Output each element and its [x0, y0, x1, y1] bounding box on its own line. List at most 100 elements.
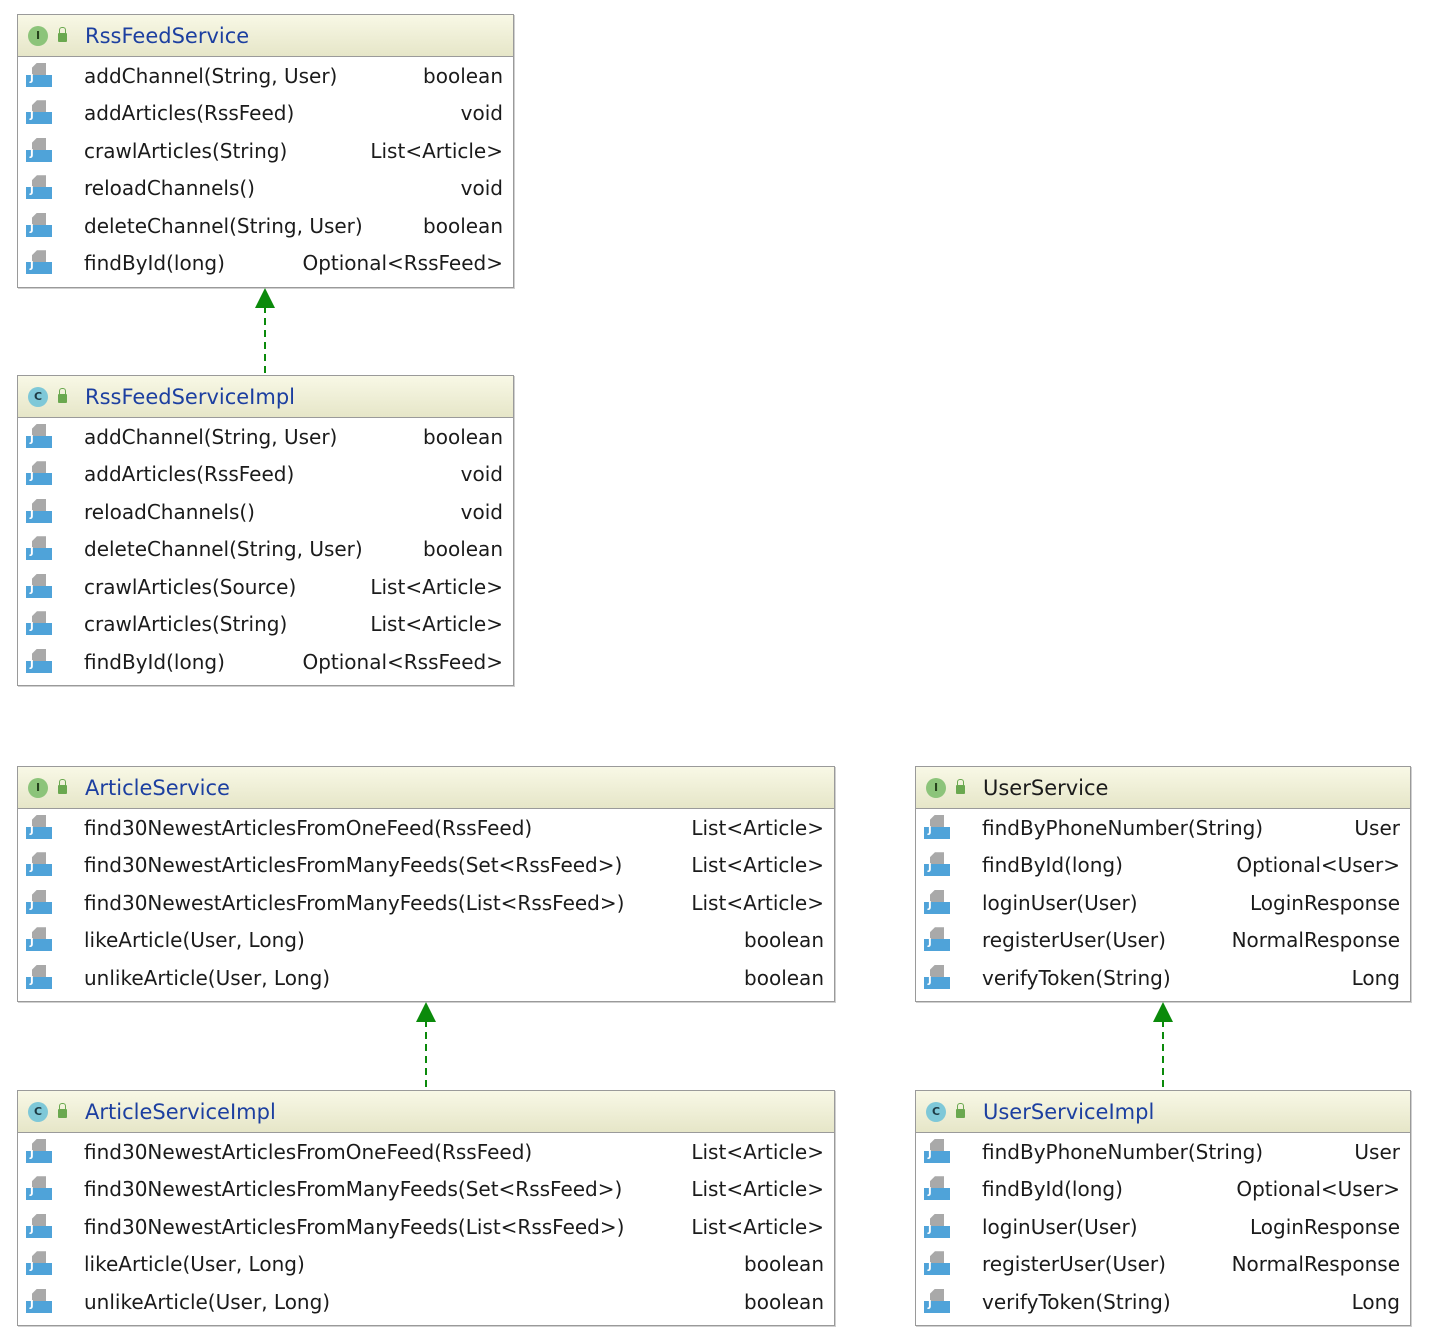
class-header: I ArticleService	[18, 767, 834, 809]
method-icon	[26, 889, 52, 916]
method-return-type: boolean	[423, 537, 503, 562]
method-row[interactable]: findById(long) Optional<User>	[916, 847, 1410, 885]
method-name: crawlArticles(String)	[84, 612, 288, 637]
method-row[interactable]: loginUser(User) LoginResponse	[916, 1208, 1410, 1246]
class-header: C UserServiceImpl	[916, 1091, 1410, 1133]
method-return-type: boolean	[744, 1252, 824, 1277]
method-row[interactable]: likeArticle(User, Long) boolean	[18, 1246, 834, 1284]
method-row[interactable]: findById(long) Optional<RssFeed>	[18, 245, 513, 283]
method-return-type: List<Article>	[370, 138, 503, 163]
public-lock-icon	[956, 1103, 965, 1118]
method-icon	[26, 964, 52, 991]
public-lock-icon	[58, 27, 67, 42]
method-name: unlikeArticle(User, Long)	[84, 965, 331, 990]
class-articleserviceimpl[interactable]: C ArticleServiceImpl find30NewestArticle…	[17, 1090, 835, 1326]
method-icon	[26, 100, 52, 126]
method-row[interactable]: crawlArticles(String) List<Article>	[18, 132, 513, 170]
method-list: find30NewestArticlesFromOneFeed(RssFeed)…	[18, 809, 834, 997]
method-list: addChannel(String, User) boolean addArticl…	[18, 418, 513, 681]
method-icon	[26, 175, 52, 201]
public-lock-icon	[956, 779, 965, 794]
method-row[interactable]: crawlArticles(Source) List<Article>	[18, 568, 513, 606]
method-row[interactable]: addChannel(String, User) boolean	[18, 418, 513, 456]
class-rssfeedserviceimpl[interactable]: C RssFeedServiceImpl addChannel(String, …	[17, 375, 514, 686]
method-row[interactable]: findById(long) Optional<User>	[916, 1171, 1410, 1209]
method-return-type: List<Article>	[370, 612, 503, 637]
method-icon	[26, 573, 52, 600]
method-row[interactable]: addArticles(RssFeed) void	[18, 456, 513, 494]
class-header: I UserService	[916, 767, 1410, 809]
method-icon	[26, 814, 52, 841]
method-row[interactable]: crawlArticles(String) List<Article>	[18, 606, 513, 644]
method-row[interactable]: registerUser(User) NormalResponse	[916, 922, 1410, 960]
method-row[interactable]: findByPhoneNumber(String) User	[916, 1133, 1410, 1171]
class-userservice[interactable]: I UserService findByPhoneNumber(String) U…	[915, 766, 1411, 1002]
method-return-type: List<Article>	[370, 574, 503, 599]
method-return-type: NormalResponse	[1231, 928, 1400, 953]
method-icon	[26, 927, 52, 953]
method-row[interactable]: find30NewestArticlesFromManyFeeds(Set<Rs…	[18, 847, 834, 885]
method-icon	[26, 498, 52, 525]
method-icon	[26, 611, 52, 637]
method-name: findByPhoneNumber(String)	[982, 1139, 1264, 1164]
method-row[interactable]: registerUser(User) NormalResponse	[916, 1246, 1410, 1284]
method-icon	[924, 814, 950, 841]
method-return-type: Long	[1351, 1289, 1400, 1314]
method-row[interactable]: unlikeArticle(User, Long) boolean	[18, 959, 834, 997]
method-return-type: boolean	[423, 213, 503, 238]
method-return-type: void	[460, 101, 503, 126]
method-row[interactable]: deleteChannel(String, User) boolean	[18, 531, 513, 569]
method-icon	[26, 852, 52, 878]
method-row[interactable]: find30NewestArticlesFromOneFeed(RssFeed)…	[18, 809, 834, 847]
method-name: find30NewestArticlesFromManyFeeds(Set<Rs…	[84, 1177, 623, 1202]
method-name: findById(long)	[982, 853, 1123, 878]
method-return-type: List<Article>	[691, 890, 824, 915]
method-row[interactable]: findByPhoneNumber(String) User	[916, 809, 1410, 847]
method-row[interactable]: verifyToken(String) Long	[916, 1283, 1410, 1321]
method-name: deleteChannel(String, User)	[84, 213, 363, 238]
method-row[interactable]: findById(long) Optional<RssFeed>	[18, 643, 513, 681]
method-row[interactable]: addArticles(RssFeed) void	[18, 95, 513, 133]
method-row[interactable]: reloadChannels() void	[18, 170, 513, 208]
method-name: loginUser(User)	[982, 890, 1138, 915]
method-name: verifyToken(String)	[982, 965, 1171, 990]
method-return-type: Long	[1351, 965, 1400, 990]
method-name: findById(long)	[982, 1177, 1123, 1202]
method-return-type: User	[1354, 1139, 1400, 1164]
method-return-type: Optional<User>	[1236, 853, 1400, 878]
method-row[interactable]: find30NewestArticlesFromManyFeeds(Set<Rs…	[18, 1171, 834, 1209]
class-userserviceimpl[interactable]: C UserServiceImpl findByPhoneNumber(Stri…	[915, 1090, 1411, 1326]
class-name: RssFeedService	[85, 23, 250, 48]
method-name: findByPhoneNumber(String)	[982, 815, 1264, 840]
method-return-type: User	[1354, 815, 1400, 840]
method-row[interactable]: find30NewestArticlesFromManyFeeds(List<R…	[18, 884, 834, 922]
method-row[interactable]: deleteChannel(String, User) boolean	[18, 207, 513, 245]
method-icon	[924, 1288, 950, 1315]
method-row[interactable]: find30NewestArticlesFromManyFeeds(List<R…	[18, 1208, 834, 1246]
method-icon	[924, 1251, 950, 1277]
public-lock-icon	[58, 1103, 67, 1118]
method-row[interactable]: find30NewestArticlesFromOneFeed(RssFeed)…	[18, 1133, 834, 1171]
method-row[interactable]: unlikeArticle(User, Long) boolean	[18, 1283, 834, 1321]
method-name: registerUser(User)	[982, 928, 1166, 953]
method-name: likeArticle(User, Long)	[84, 928, 305, 953]
method-icon	[924, 927, 950, 953]
method-name: addArticles(RssFeed)	[84, 462, 295, 487]
method-row[interactable]: verifyToken(String) Long	[916, 959, 1410, 997]
class-articleservice[interactable]: I ArticleService find30NewestArticlesFro…	[17, 766, 835, 1002]
method-row[interactable]: loginUser(User) LoginResponse	[916, 884, 1410, 922]
method-name: loginUser(User)	[982, 1214, 1138, 1239]
method-name: addChannel(String, User)	[84, 63, 338, 88]
interface-icon: I	[28, 25, 48, 46]
method-name: crawlArticles(Source)	[84, 574, 297, 599]
method-row[interactable]: likeArticle(User, Long) boolean	[18, 922, 834, 960]
method-row[interactable]: addChannel(String, User) boolean	[18, 57, 513, 95]
class-icon: C	[926, 1101, 946, 1122]
method-icon	[924, 1213, 950, 1240]
method-icon	[26, 536, 52, 562]
method-name: verifyToken(String)	[982, 1289, 1171, 1314]
method-name: likeArticle(User, Long)	[84, 1252, 305, 1277]
method-row[interactable]: reloadChannels() void	[18, 493, 513, 531]
class-rssfeedservice[interactable]: I RssFeedService addChannel(String, User…	[17, 14, 514, 288]
method-return-type: Optional<User>	[1236, 1177, 1400, 1202]
